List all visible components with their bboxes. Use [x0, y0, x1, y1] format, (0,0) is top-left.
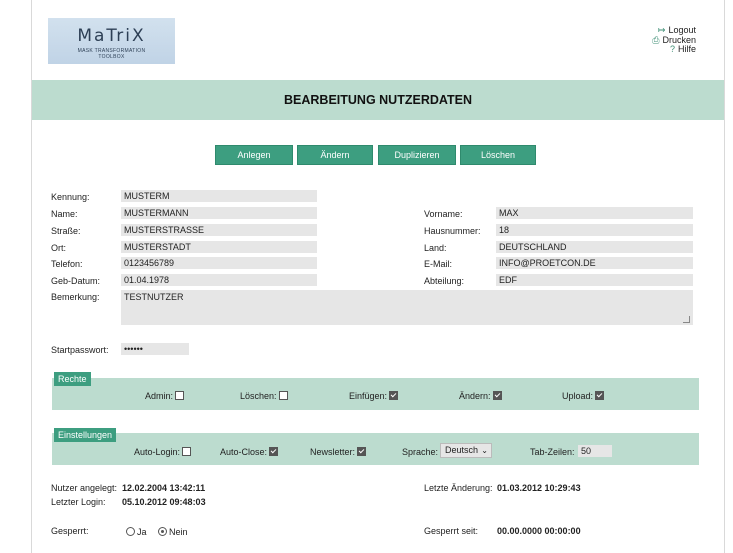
einfuegen-option: Einfügen:	[349, 391, 399, 401]
anlegen-button[interactable]: Anlegen	[215, 145, 293, 165]
upload-option: Upload:	[562, 391, 605, 401]
rechte-loeschen-label: Löschen:	[240, 391, 277, 401]
einstellungen-section-title: Einstellungen	[54, 428, 117, 442]
land-field[interactable]: DEUTSCHLAND	[496, 241, 693, 253]
ort-field[interactable]: MUSTERSTADT	[121, 241, 317, 253]
login-value: 05.10.2012 09:48:03	[122, 497, 206, 507]
matrix-logo: MaTriX MASK TRANSFORMATION TOOLBOX	[48, 18, 175, 64]
title-banner: BEARBEITUNG NUTZERDATEN	[32, 80, 724, 120]
vorname-field[interactable]: MAX	[496, 207, 693, 219]
newsletter-checkbox[interactable]	[357, 447, 367, 456]
gesperrt-ja-option[interactable]: Ja	[126, 527, 147, 537]
admin-label: Admin:	[145, 391, 174, 401]
printer-icon: ⎙	[652, 34, 660, 45]
autologin-label: Auto-Login:	[134, 447, 181, 457]
gesperrt-nein-radio[interactable]	[158, 527, 167, 536]
gesperrt-label: Gesperrt:	[51, 526, 89, 536]
upload-checkbox[interactable]	[595, 391, 605, 400]
rechte-aendern-label: Ändern:	[459, 391, 491, 401]
logout-label: Logout	[668, 25, 696, 35]
bemerkung-label: Bemerkung:	[51, 292, 100, 302]
bemerkung-textarea[interactable]: TESTNUTZER	[121, 290, 693, 325]
aenderung-label: Letzte Änderung:	[424, 483, 493, 493]
angelegt-value: 12.02.2004 13:42:11	[122, 483, 206, 493]
gesperrt-seit-value: 00.00.0000 00:00:00	[497, 526, 581, 536]
gesperrt-seit-label: Gesperrt seit:	[424, 526, 479, 536]
print-label: Drucken	[662, 34, 696, 45]
aenderung-value: 01.03.2012 10:29:43	[497, 483, 581, 493]
tabzeilen-field[interactable]: 50	[578, 445, 612, 457]
page-title: BEARBEITUNG NUTZERDATEN	[284, 93, 472, 107]
admin-checkbox[interactable]	[175, 391, 185, 400]
resize-handle-icon[interactable]	[683, 316, 690, 323]
aendern-button[interactable]: Ändern	[297, 145, 373, 165]
rechte-loeschen-option: Löschen:	[240, 391, 288, 401]
ort-label: Ort:	[51, 243, 66, 253]
sprache-option: Sprache:	[402, 447, 438, 457]
kennung-field[interactable]: MUSTERM	[121, 190, 317, 202]
telefon-label: Telefon:	[51, 259, 83, 269]
strasse-field[interactable]: MUSTERSTRASSE	[121, 224, 317, 236]
rechte-aendern-checkbox[interactable]	[492, 391, 502, 400]
autoclose-option: Auto-Close:	[220, 447, 279, 457]
logo-subtitle-line2: TOOLBOX	[98, 54, 125, 60]
email-field[interactable]: INFO@PROETCON.DE	[496, 257, 693, 269]
admin-option: Admin:	[145, 391, 185, 401]
logout-icon: ↦	[657, 25, 666, 35]
autoclose-label: Auto-Close:	[220, 447, 268, 457]
logo-title: MaTriX	[77, 26, 146, 46]
rechte-aendern-option: Ändern:	[459, 391, 502, 401]
vorname-label: Vorname:	[424, 209, 463, 219]
sprache-label: Sprache:	[402, 447, 439, 457]
sprache-select[interactable]: Deutsch ⌄	[440, 443, 492, 458]
telefon-field[interactable]: 0123456789	[121, 257, 317, 269]
hausnummer-label: Hausnummer:	[424, 226, 481, 236]
help-link[interactable]: ? Hilfe	[652, 44, 696, 55]
gesperrt-ja-radio[interactable]	[126, 527, 135, 536]
newsletter-label: Newsletter:	[310, 447, 356, 457]
name-label: Name:	[51, 209, 78, 219]
strasse-label: Straße:	[51, 226, 81, 236]
einfuegen-checkbox[interactable]	[389, 391, 399, 400]
einfuegen-label: Einfügen:	[349, 391, 388, 401]
newsletter-option: Newsletter:	[310, 447, 367, 457]
email-label: E-Mail:	[424, 259, 453, 269]
geburtsdatum-label: Geb-Datum:	[51, 276, 101, 286]
autologin-option: Auto-Login:	[134, 447, 192, 457]
top-links: ↦ Logout ⎙ Drucken ? Hilfe	[652, 25, 696, 55]
sprache-selected-value: Deutsch	[445, 445, 479, 455]
startpasswort-field[interactable]: ••••••	[121, 343, 189, 355]
help-icon: ?	[669, 44, 675, 54]
name-field[interactable]: MUSTERMANN	[121, 207, 317, 219]
abteilung-label: Abteilung:	[424, 276, 465, 286]
tabzeilen-option: Tab-Zeilen:	[530, 447, 575, 457]
autologin-checkbox[interactable]	[182, 447, 192, 456]
duplizieren-button[interactable]: Duplizieren	[378, 145, 456, 165]
kennung-label: Kennung:	[51, 192, 90, 202]
gesperrt-ja-label: Ja	[137, 527, 147, 537]
geburtsdatum-field[interactable]: 01.04.1978	[121, 274, 317, 286]
loeschen-button[interactable]: Löschen	[460, 145, 536, 165]
rechte-section-title: Rechte	[54, 372, 91, 386]
rechte-loeschen-checkbox[interactable]	[278, 391, 288, 400]
abteilung-field[interactable]: EDF	[496, 274, 693, 286]
tabzeilen-label: Tab-Zeilen:	[530, 447, 575, 457]
gesperrt-nein-label: Nein	[169, 527, 188, 537]
angelegt-label: Nutzer angelegt:	[51, 483, 118, 493]
help-label: Hilfe	[677, 44, 696, 54]
gesperrt-nein-option[interactable]: Nein	[158, 527, 188, 537]
chevron-down-icon: ⌄	[481, 446, 488, 455]
login-label: Letzter Login:	[51, 497, 106, 507]
logo-subtitle: MASK TRANSFORMATION TOOLBOX	[48, 48, 175, 60]
land-label: Land:	[424, 243, 447, 253]
hausnummer-field[interactable]: 18	[496, 224, 693, 236]
startpasswort-label: Startpasswort:	[51, 345, 109, 355]
autoclose-checkbox[interactable]	[269, 447, 279, 456]
upload-label: Upload:	[562, 391, 594, 401]
bemerkung-text: TESTNUTZER	[124, 292, 184, 302]
